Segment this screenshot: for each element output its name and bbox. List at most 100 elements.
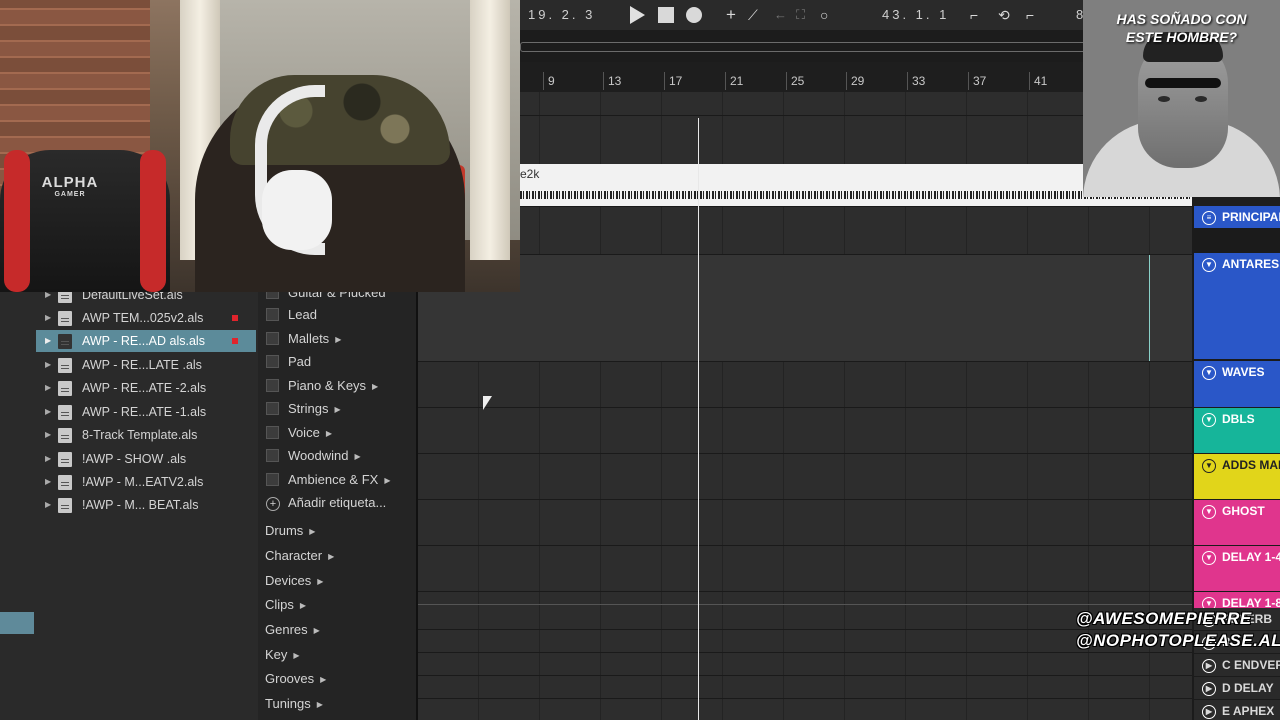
loop-switch-icon[interactable]: ⟲ [998,5,1010,25]
category-key[interactable]: Key ▶ [265,644,300,666]
category-character[interactable]: Character ▶ [265,545,334,567]
curtain [470,0,510,260]
browser-file-list: ▶ DefaultLiveSet.als ▶ AWP TEM...025v2.als… [36,288,258,720]
category-clips[interactable]: Clips ▶ [265,594,306,616]
file-icon [58,498,72,513]
arrangement-lane[interactable] [418,255,1192,361]
add-icon[interactable]: + [726,5,736,25]
tag-checkbox[interactable] [266,332,279,345]
track-c-endverb[interactable]: ▶ C ENDVERB [1194,654,1280,676]
file-item[interactable]: ▶ AWP - RE...ATE -1.als [36,401,256,423]
song-position[interactable]: 19. 2. 3 [528,7,595,22]
expand-icon[interactable]: ▶ [1202,659,1216,673]
play-icon[interactable] [630,6,645,24]
track-name: ANTARES [1222,257,1280,271]
back-arrow-icon[interactable]: ← [774,5,787,25]
add-tag-button[interactable]: + Añadir etiqueta... [266,492,386,514]
category-tunings[interactable]: Tunings ▶ [265,693,323,715]
fold-icon[interactable]: ▼ [1202,258,1216,272]
track-waves[interactable]: ▼ WAVES [1194,361,1280,407]
fold-icon[interactable]: ▼ [1202,366,1216,380]
category-devices[interactable]: Devices ▶ [265,570,323,592]
fold-icon[interactable]: ▼ [1202,413,1216,427]
group-icon[interactable]: ≡ [1202,211,1216,225]
category-drums[interactable]: Drums ▶ [265,520,315,542]
track-dbls[interactable]: ▼ DBLS [1194,408,1280,453]
expand-arrow-icon[interactable]: ▶ [45,448,51,470]
expand-arrow-icon[interactable]: ▶ [45,330,51,352]
expand-arrow-icon[interactable]: ▶ [45,424,51,446]
lane-divider [418,652,1192,653]
expand-arrow-icon[interactable]: ▶ [45,354,51,376]
fold-icon[interactable]: ▼ [1202,505,1216,519]
lane-divider [418,499,1192,500]
category-genres[interactable]: Genres ▶ [265,619,320,641]
track-d-delay[interactable]: ▶ D DELAY [1194,677,1280,699]
tag-checkbox[interactable] [266,379,279,392]
file-item[interactable]: ▶ 8-Track Template.als [36,424,256,446]
file-item[interactable]: ▶ AWP - RE...ATE -2.als [36,377,256,399]
track-name: ADDS MAIN [1222,458,1280,472]
submenu-arrow-icon: ▶ [320,675,327,684]
expand-icon[interactable]: ▶ [1202,682,1216,696]
expand-arrow-icon[interactable]: ▶ [45,307,51,329]
track-antares[interactable]: ▼ ANTARES [1194,253,1280,359]
tag-checkbox[interactable] [266,473,279,486]
tag-item[interactable]: Mallets ▶ [266,328,341,350]
tag-checkbox[interactable] [266,449,279,462]
punch-in-icon[interactable]: ⌐ [970,5,978,25]
lane-divider [418,675,1192,676]
file-item[interactable]: ▶ AWP TEM...025v2.als [36,307,256,329]
tag-item[interactable]: Pad [266,351,311,373]
record-icon[interactable] [686,7,702,23]
tag-checkbox[interactable] [266,355,279,368]
automation-icon[interactable]: ⟋ [748,5,758,25]
track-delay-1-4[interactable]: ▼ DELAY 1-4 [1194,546,1280,591]
stop-icon[interactable] [658,7,674,23]
tag-item[interactable]: Lead [266,304,317,326]
loop-start[interactable]: 43. 1. 1 [882,7,949,22]
tag-item[interactable]: Ambience & FX ▶ [266,469,390,491]
expand-arrow-icon[interactable]: ▶ [45,401,51,423]
file-item[interactable]: ▶ AWP - RE...LATE .als [36,354,256,376]
locator-marker[interactable] [1149,255,1150,361]
file-icon [58,475,72,490]
file-item[interactable]: ▶ !AWP - M... BEAT.als [36,494,256,516]
tag-item[interactable]: Strings ▶ [266,398,341,420]
tag-checkbox[interactable] [266,402,279,415]
category-grooves[interactable]: Grooves ▶ [265,668,326,690]
tag-item[interactable]: Piano & Keys ▶ [266,375,378,397]
track-principal[interactable]: ≡ PRINCIPAL [1194,206,1280,228]
file-name: !AWP - M...EATV2.als [82,475,204,489]
file-name: AWP - RE...ATE -2.als [82,381,207,395]
submenu-arrow-icon: ▶ [325,429,332,438]
track-e-aphex[interactable]: ▶ E APHEX [1194,700,1280,720]
fold-icon[interactable]: ▼ [1202,551,1216,565]
track-name: PRINCIPAL [1222,210,1280,224]
session-record-icon[interactable]: ○ [820,5,828,25]
tag-item[interactable]: Woodwind ▶ [266,445,361,467]
playhead[interactable] [698,118,699,720]
expand-arrow-icon[interactable]: ▶ [45,494,51,516]
headphone-earcup [262,170,332,250]
file-item[interactable]: ▶ AWP - RE...AD als.als [36,330,256,352]
browser-sidebar-selected[interactable] [0,612,34,634]
category-label: Tunings [265,696,311,711]
expand-icon[interactable]: ▶ [1202,705,1216,719]
expand-arrow-icon[interactable]: ▶ [45,471,51,493]
tag-item[interactable]: Voice ▶ [266,422,332,444]
tag-checkbox[interactable] [266,308,279,321]
fold-icon[interactable]: ▼ [1202,459,1216,473]
file-item[interactable]: ▶ !AWP - M...EATV2.als [36,471,256,493]
clip-name: e2k [520,167,540,181]
overview-scroll[interactable] [520,42,1140,52]
track-adds-main[interactable]: ▼ ADDS MAIN [1194,454,1280,499]
browser-divider[interactable] [416,292,418,720]
punch-out-icon[interactable]: ⌐ [1026,5,1034,25]
file-item[interactable]: ▶ !AWP - SHOW .als [36,448,256,470]
bar-label: 33 [906,72,926,90]
capture-icon[interactable]: ⛶ [796,5,805,25]
track-ghost[interactable]: ▼ GHOST [1194,500,1280,545]
expand-arrow-icon[interactable]: ▶ [45,377,51,399]
tag-checkbox[interactable] [266,426,279,439]
